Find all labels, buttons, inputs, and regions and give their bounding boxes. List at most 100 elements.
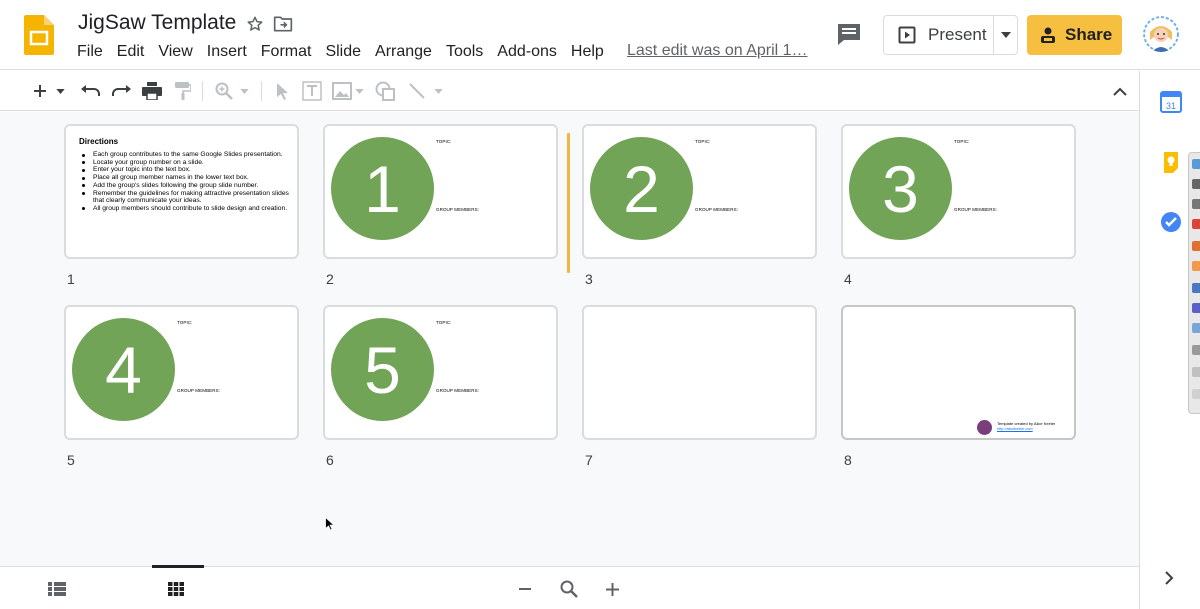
topic-label: TOPIC: <box>695 139 711 144</box>
line-chevron-down-icon[interactable] <box>430 79 446 103</box>
menu-insert[interactable]: Insert <box>200 42 254 64</box>
present-dropdown-button[interactable] <box>994 16 1017 54</box>
slide-thumbnail-3[interactable]: 2 TOPIC: GROUP MEMBERS: <box>582 124 817 259</box>
slide-number-2: 2 <box>326 271 334 287</box>
active-view-indicator <box>152 565 204 568</box>
image-chevron-down-icon[interactable] <box>351 79 367 103</box>
list-item: Enter your topic into the text box. <box>79 166 291 174</box>
toolbar-divider <box>202 81 203 101</box>
share-label: Share <box>1065 25 1113 44</box>
menu-arrange[interactable]: Arrange <box>368 42 439 64</box>
list-item: All group members should contribute to s… <box>79 205 291 213</box>
template-credit: Template created by Alice Keeler http://… <box>977 418 1074 438</box>
menu-add-ons[interactable]: Add-ons <box>490 42 564 64</box>
topic-label: TOPIC: <box>177 320 193 325</box>
bottom-bar <box>0 565 1139 609</box>
menu-format[interactable]: Format <box>254 42 319 64</box>
menu-tools[interactable]: Tools <box>439 42 490 64</box>
header: JigSaw Template File Edit View Insert Fo… <box>0 0 1200 70</box>
undo-icon[interactable] <box>79 79 103 103</box>
comment-history-icon[interactable] <box>836 22 862 46</box>
zoom-in-icon[interactable] <box>601 578 623 600</box>
group-members-label: GROUP MEMBERS: <box>436 388 480 393</box>
insertion-marker <box>567 133 570 273</box>
menu-help[interactable]: Help <box>564 42 611 64</box>
mouse-cursor-icon <box>325 517 335 531</box>
zoom-chevron-down-icon[interactable] <box>236 79 252 103</box>
slide-number-5: 5 <box>67 452 75 468</box>
menu-view[interactable]: View <box>151 42 199 64</box>
group-number-circle: 2 <box>590 137 693 240</box>
group-number-circle: 5 <box>331 318 434 421</box>
print-icon[interactable] <box>140 79 164 103</box>
calendar-icon[interactable]: 31 <box>1160 91 1182 113</box>
lock-person-icon <box>1041 27 1055 43</box>
group-members-label: GROUP MEMBERS: <box>436 207 480 212</box>
group-number-circle: 1 <box>331 137 434 240</box>
collapse-menu-chevron-up-icon[interactable] <box>1108 79 1132 103</box>
last-edit-link[interactable]: Last edit was on April 1… <box>627 42 808 60</box>
topic-label: TOPIC: <box>954 139 970 144</box>
present-icon <box>898 26 916 44</box>
menu-file[interactable]: File <box>76 42 110 64</box>
shape-icon[interactable] <box>373 79 397 103</box>
slide-thumbnail-7[interactable] <box>582 305 817 440</box>
topic-label: TOPIC: <box>436 320 452 325</box>
group-number-circle: 4 <box>72 318 175 421</box>
group-members-label: GROUP MEMBERS: <box>177 388 221 393</box>
share-button[interactable]: Share <box>1027 15 1122 55</box>
credit-text: Template created by Alice Keeler <box>997 421 1056 426</box>
toolbar <box>0 71 1139 111</box>
new-slide-plus-icon[interactable] <box>28 79 52 103</box>
slide-thumbnail-2[interactable]: 1 TOPIC: GROUP MEMBERS: <box>323 124 558 259</box>
slides-app: JigSaw Template File Edit View Insert Fo… <box>0 0 1200 609</box>
select-icon[interactable] <box>270 79 294 103</box>
slide-number-4: 4 <box>844 271 852 287</box>
slide-thumbnail-5[interactable]: 4 TOPIC: GROUP MEMBERS: <box>64 305 299 440</box>
present-label: Present <box>928 25 987 44</box>
filmstrip-view-icon[interactable] <box>46 578 68 600</box>
slide-number-7: 7 <box>585 452 593 468</box>
directions-list: Each group contributes to the same Googl… <box>79 151 291 213</box>
redo-icon[interactable] <box>109 79 133 103</box>
credit-logo-icon <box>977 420 992 435</box>
list-item: Each group contributes to the same Googl… <box>79 151 291 159</box>
slide-thumbnail-1[interactable]: Directions Each group contributes to the… <box>64 124 299 259</box>
toolbar-divider <box>261 81 262 101</box>
present-button[interactable]: Present <box>884 16 994 54</box>
group-members-label: GROUP MEMBERS: <box>695 207 739 212</box>
new-slide-chevron-down-icon[interactable] <box>52 79 68 103</box>
slides-logo-icon[interactable] <box>24 15 54 55</box>
menu-bar: File Edit View Insert Format Slide Arran… <box>76 42 611 64</box>
keep-icon[interactable] <box>1160 151 1182 173</box>
menu-slide[interactable]: Slide <box>318 42 368 64</box>
tasks-icon[interactable] <box>1160 211 1182 233</box>
slide-thumbnail-8[interactable]: Template created by Alice Keeler http://… <box>841 305 1076 440</box>
list-item: Place all group member names in the lowe… <box>79 174 291 182</box>
line-icon[interactable] <box>405 79 429 103</box>
paint-format-icon[interactable] <box>171 79 195 103</box>
slide-thumbnail-4[interactable]: 3 TOPIC: GROUP MEMBERS: <box>841 124 1076 259</box>
expand-panel-chevron-right-icon[interactable] <box>1164 571 1174 585</box>
star-icon[interactable] <box>244 13 266 35</box>
os-dock-strip <box>1188 152 1200 414</box>
zoom-reset-icon[interactable] <box>558 578 580 600</box>
move-to-folder-icon[interactable] <box>272 13 294 35</box>
text-box-icon[interactable] <box>300 79 324 103</box>
credit-link[interactable]: http://alicekeeler.com <box>997 427 1033 431</box>
group-number-circle: 3 <box>849 137 952 240</box>
list-item: Locate your group number on a slide. <box>79 159 291 167</box>
avatar[interactable] <box>1143 16 1179 52</box>
list-item: Remember the guidelines for making attra… <box>79 190 291 205</box>
calendar-day: 31 <box>1166 101 1176 111</box>
document-title[interactable]: JigSaw Template <box>78 11 236 35</box>
topic-label: TOPIC: <box>436 139 452 144</box>
slide-number-1: 1 <box>67 271 75 287</box>
slide-thumbnail-6[interactable]: 5 TOPIC: GROUP MEMBERS: <box>323 305 558 440</box>
present-button-group: Present <box>883 15 1018 55</box>
menu-edit[interactable]: Edit <box>110 42 152 64</box>
zoom-icon[interactable] <box>212 79 236 103</box>
zoom-out-icon[interactable] <box>514 578 536 600</box>
slide-number-3: 3 <box>585 271 593 287</box>
grid-view-icon[interactable] <box>165 578 187 600</box>
